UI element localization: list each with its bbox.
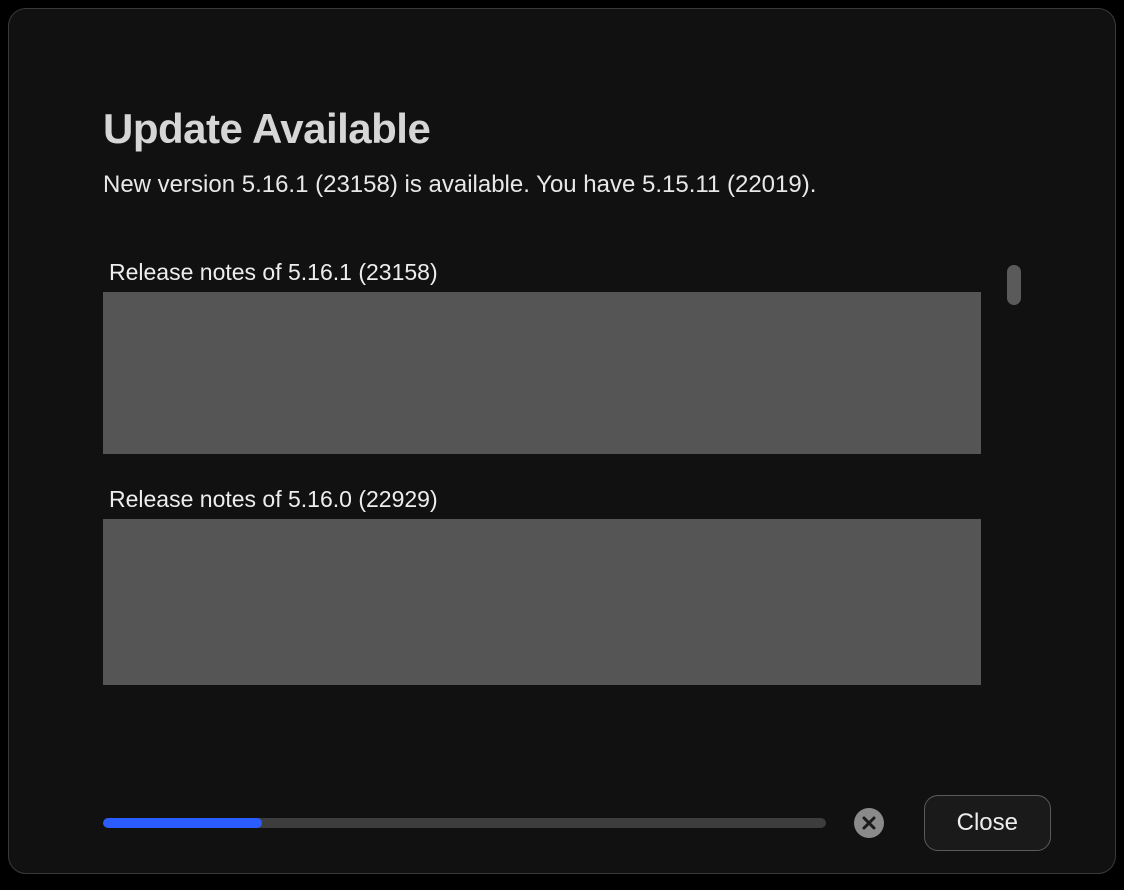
release-notes-content [103, 519, 981, 685]
release-notes-content [103, 292, 981, 454]
progress-fill [103, 818, 262, 828]
scrollbar[interactable] [1007, 265, 1021, 679]
update-dialog: Update Available New version 5.16.1 (231… [8, 8, 1116, 874]
cancel-download-button[interactable] [854, 808, 884, 838]
dialog-title: Update Available [103, 105, 1021, 153]
close-button[interactable]: Close [924, 795, 1051, 851]
release-notes-heading: Release notes of 5.16.0 (22929) [109, 486, 999, 513]
dialog-footer: Close [103, 795, 1051, 851]
close-circle-icon [861, 815, 877, 831]
progress-bar [103, 818, 826, 828]
dialog-subtitle: New version 5.16.1 (23158) is available.… [103, 171, 1021, 199]
scrollbar-thumb[interactable] [1007, 265, 1021, 305]
release-notes-scroll[interactable]: Release notes of 5.16.1 (23158) Release … [103, 259, 1021, 685]
release-notes-heading: Release notes of 5.16.1 (23158) [109, 259, 999, 286]
